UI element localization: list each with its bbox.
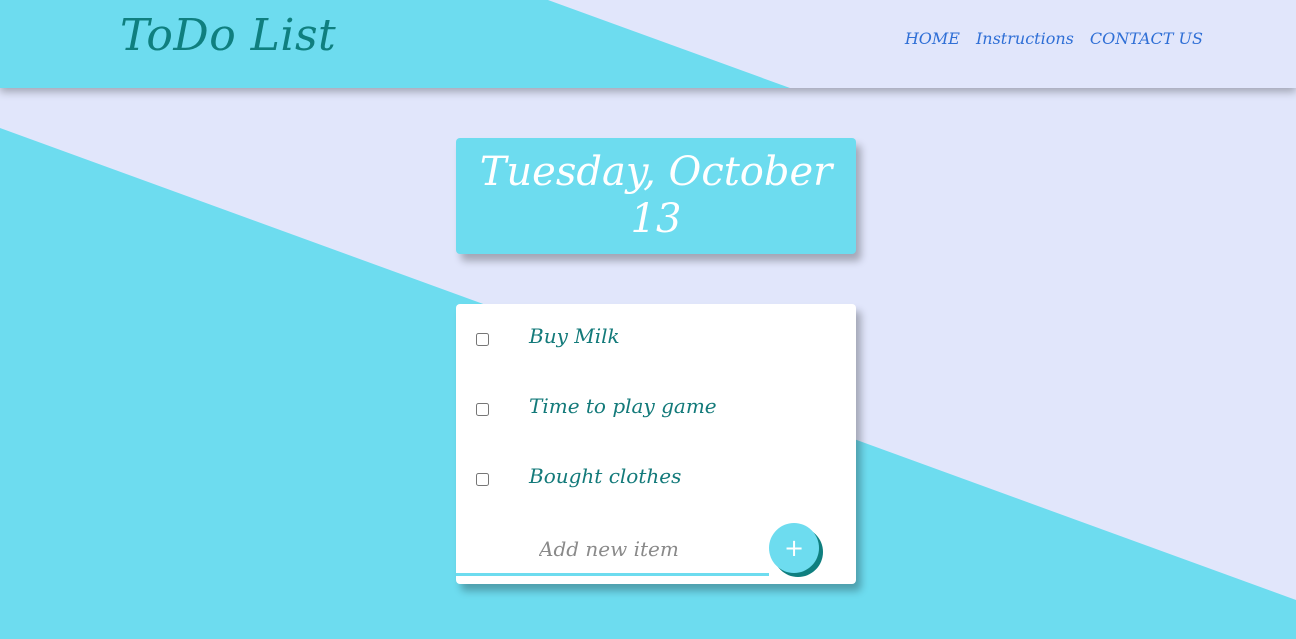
todo-item-checkbox[interactable] — [476, 403, 489, 416]
todo-item-checkbox[interactable] — [476, 473, 489, 486]
todo-item-checkbox[interactable] — [476, 333, 489, 346]
date-header-box: Tuesday, October 13 — [456, 138, 856, 254]
todo-item: Buy Milk — [456, 304, 856, 374]
todo-item: Bought clothes — [456, 444, 856, 514]
add-item-row: + — [456, 514, 856, 584]
app-title: ToDo List — [120, 10, 337, 61]
add-item-button[interactable]: + — [769, 523, 819, 573]
new-item-input[interactable] — [456, 524, 769, 576]
nav-link-instructions[interactable]: Instructions — [976, 29, 1074, 48]
todo-item-label: Buy Milk — [529, 324, 620, 348]
nav-menu: HOME Instructions CONTACT US — [905, 29, 1203, 48]
todo-item-label: Time to play game — [529, 394, 717, 418]
top-header: ToDo List HOME Instructions CONTACT US — [0, 0, 1296, 88]
nav-link-home[interactable]: HOME — [905, 29, 960, 48]
todo-card: Buy Milk Time to play game Bought clothe… — [456, 304, 856, 584]
date-heading: Tuesday, October 13 — [479, 149, 833, 242]
todo-item: Time to play game — [456, 374, 856, 444]
nav-link-contact-us[interactable]: CONTACT US — [1090, 29, 1203, 48]
todo-item-label: Bought clothes — [529, 464, 682, 488]
